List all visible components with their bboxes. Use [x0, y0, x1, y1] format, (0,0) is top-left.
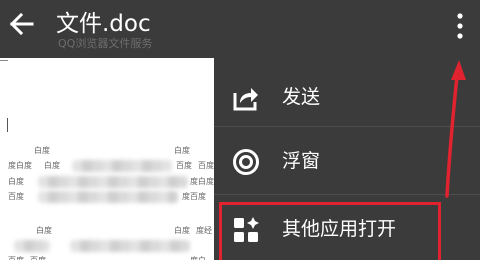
menu-item-label: 发送: [282, 86, 321, 108]
document-word: 百度: [8, 192, 24, 201]
document-preview[interactable]: 白度 白度 度白度 白度 百度 百度 白度 度白度 百度 度百度 白度 白度 度…: [0, 58, 214, 260]
document-line: 白度 白度 度经: [0, 225, 214, 237]
blurred-text: [38, 176, 188, 188]
blurred-text: [38, 191, 178, 203]
menu-item-floating-window[interactable]: 浮窗: [214, 128, 480, 194]
share-icon: [233, 88, 258, 111]
document-word: 白度: [44, 161, 60, 170]
page-title: 文件.doc: [56, 11, 151, 37]
document-word: 白度: [174, 146, 190, 155]
menu-divider: [214, 194, 480, 195]
text-cursor: [7, 118, 8, 132]
menu-item-send[interactable]: 发送: [214, 64, 480, 130]
document-word: 度百度: [182, 192, 206, 201]
document-word: 度白: [190, 255, 206, 260]
blurred-text: [70, 240, 190, 252]
app-bar: 文件.doc QQ浏览器文件服务: [0, 0, 480, 58]
document-line: 百度 百度 度白: [0, 255, 214, 260]
document-word: 白度: [8, 177, 24, 186]
document-word: 百度: [198, 161, 214, 170]
menu-item-label: 浮窗: [282, 150, 321, 172]
document-word: 度白度: [8, 161, 32, 170]
document-word: 白度: [174, 226, 190, 235]
document-line: [0, 60, 8, 61]
blurred-text: [14, 240, 50, 252]
document-line: 白度 度白度: [0, 176, 214, 188]
floating-window-icon: [233, 149, 259, 175]
document-line: 百度 度百度: [0, 191, 214, 203]
blurred-text: [72, 160, 172, 172]
document-line: 白度 白度: [0, 145, 214, 157]
back-arrow-icon[interactable]: [8, 10, 36, 38]
document-word: 白度: [36, 226, 52, 235]
document-line: [0, 240, 214, 252]
menu-divider: [214, 126, 480, 127]
highlight-box: [219, 202, 441, 260]
document-word: 百度: [8, 255, 24, 260]
document-word: 度白度: [190, 177, 214, 186]
document-word: 度经: [196, 226, 212, 235]
document-word: 白度: [34, 146, 50, 155]
page-subtitle: QQ浏览器文件服务: [58, 37, 153, 50]
document-word: 百度: [176, 161, 192, 170]
overflow-menu-icon[interactable]: [448, 9, 472, 43]
document-word: 百度: [30, 255, 46, 260]
document-line: 度白度 白度 百度 百度: [0, 160, 214, 172]
